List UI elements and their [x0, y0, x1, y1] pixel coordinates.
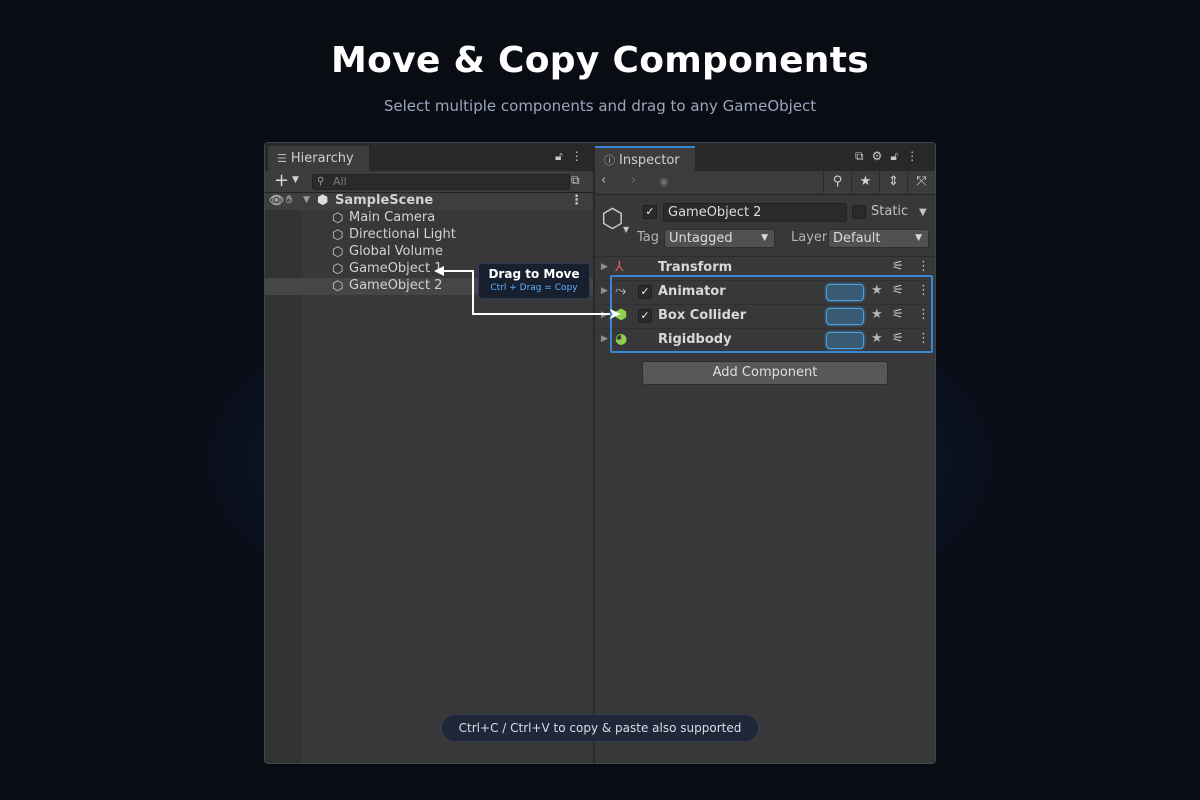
layer-dropdown[interactable]: Default ▼ — [828, 229, 929, 248]
preset-sliders-icon[interactable]: ⚟ — [892, 259, 904, 274]
list-icon: ☰ — [277, 152, 287, 165]
layer-label: Layer — [791, 230, 828, 245]
chevron-down-icon: ▼ — [915, 233, 922, 243]
tag-label: Tag — [637, 230, 660, 245]
lock-icon[interactable]: 🔓︎ — [890, 149, 898, 163]
gameobject-cube-icon: ⬡ — [332, 279, 344, 294]
static-label: Static — [871, 204, 909, 219]
drag-tooltip-subtitle: Ctrl + Drag = Copy — [490, 283, 578, 293]
static-checkbox[interactable]: ✓ — [852, 205, 866, 219]
search-placeholder: All — [333, 175, 347, 188]
inspector-panel: ⓘ Inspector ⧉ ⚙ 🔓︎ ⋮ ‹ › ◉ ⚲ ★ ⇕ ⤧ ⬡ ▼ ✓ GameOb… — [595, 143, 935, 763]
hierarchy-item-global-volume[interactable]: ⬡ Global Volume — [265, 244, 593, 261]
unity-editor-window: ☰ Hierarchy 🔓︎ ⋮ + ▼ ⚲ All ⧉ 👁︎ ✋︎ ▼ ⬢ Sam… — [264, 142, 936, 764]
hierarchy-toolbar: + ▼ ⚲ All ⧉ — [265, 170, 593, 193]
tab-hierarchy-label: Hierarchy — [290, 151, 354, 166]
chevron-down-icon[interactable]: ▼ — [292, 175, 299, 185]
history-icon[interactable]: ◉ — [659, 175, 669, 188]
expand-triangle-icon[interactable]: ▶ — [601, 262, 608, 272]
lock-icon[interactable]: 🔓︎ — [555, 149, 563, 163]
collapse-all-icon[interactable]: ⤧ — [907, 171, 935, 194]
search-icon: ⚲ — [317, 176, 325, 187]
pick-hand-icon[interactable]: ✋︎ — [286, 193, 292, 207]
hierarchy-search-input[interactable]: ⚲ All — [312, 174, 570, 190]
gameobject-active-checkbox[interactable]: ✓ — [643, 205, 657, 219]
page-subtitle: Select multiple components and drag to a… — [383, 97, 817, 115]
forward-arrow-icon[interactable]: › — [631, 173, 636, 188]
shortcut-hint-pill: Ctrl+C / Ctrl+V to copy & paste also sup… — [441, 714, 759, 742]
create-plus-icon[interactable]: + — [274, 170, 289, 191]
hierarchy-item-label: Main Camera — [349, 210, 436, 225]
inspector-nav-actions: ⚲ ★ ⇕ ⤧ — [823, 171, 935, 195]
gear-icon[interactable]: ⚙ — [872, 149, 883, 163]
expand-triangle-icon[interactable]: ▶ — [601, 310, 608, 320]
chevron-down-icon[interactable]: ▼ — [623, 225, 629, 234]
search-icon[interactable]: ⚲ — [823, 171, 851, 194]
hierarchy-item-directional-light[interactable]: ⬡ Directional Light — [265, 227, 593, 244]
gameobject-cube-icon: ⬡ — [332, 245, 344, 260]
expand-triangle-icon[interactable]: ▼ — [303, 195, 310, 205]
component-name: Transform — [658, 260, 733, 275]
eye-icon[interactable]: 👁︎ — [269, 193, 284, 207]
kebab-menu-icon[interactable]: ⋮ — [906, 149, 918, 163]
hierarchy-tabbar: ☰ Hierarchy 🔓︎ ⋮ — [265, 143, 593, 171]
add-component-button[interactable]: Add Component — [642, 361, 888, 385]
favorite-star-icon[interactable]: ★ — [851, 171, 879, 194]
drag-tooltip: Drag to Move Ctrl + Drag = Copy — [478, 263, 590, 299]
page-title: Move & Copy Components — [331, 40, 869, 81]
inspector-tab-actions: ⧉ ⚙ 🔓︎ ⋮ — [847, 149, 918, 164]
transform-icon: ⅄ — [615, 259, 624, 275]
expand-triangle-icon[interactable]: ▶ — [601, 334, 608, 344]
expand-all-icon[interactable]: ⇕ — [879, 171, 907, 194]
unity-scene-icon: ⬢ — [317, 193, 329, 208]
inspector-nav-bar: ‹ › ◉ ⚲ ★ ⇕ ⤧ — [595, 171, 935, 195]
gameobject-name-field[interactable]: GameObject 2 — [663, 203, 847, 222]
hierarchy-item-label: Global Volume — [349, 244, 443, 259]
hierarchy-item-main-camera[interactable]: ⬡ Main Camera — [265, 210, 593, 227]
hierarchy-panel: ☰ Hierarchy 🔓︎ ⋮ + ▼ ⚲ All ⧉ 👁︎ ✋︎ ▼ ⬢ Sam… — [265, 143, 593, 763]
drag-tooltip-title: Drag to Move — [488, 267, 580, 281]
search-by-type-icon[interactable]: ⧉ — [571, 173, 580, 188]
multi-selection-outline — [610, 275, 933, 353]
static-dropdown-icon[interactable]: ▼ — [919, 207, 927, 218]
open-window-icon[interactable]: ⧉ — [855, 149, 864, 163]
kebab-menu-icon[interactable]: ⋮ — [571, 149, 583, 163]
hierarchy-item-label: Directional Light — [349, 227, 456, 242]
hierarchy-tab-actions: 🔓︎ ⋮ — [547, 149, 583, 164]
scene-kebab-icon[interactable]: ⋮ — [570, 193, 583, 208]
tab-inspector[interactable]: ⓘ Inspector — [595, 146, 695, 171]
hierarchy-item-label: GameObject 2 — [349, 278, 443, 293]
back-arrow-icon[interactable]: ‹ — [601, 173, 606, 188]
gameobject-cube-icon: ⬡ — [332, 228, 344, 243]
tab-inspector-label: Inspector — [619, 153, 680, 168]
layer-value: Default — [833, 231, 881, 246]
expand-triangle-icon[interactable]: ▶ — [601, 286, 608, 296]
inspector-tabbar: ⓘ Inspector ⧉ ⚙ 🔓︎ ⋮ — [595, 143, 935, 171]
mouse-cursor-icon: ➤ — [608, 304, 622, 323]
gameobject-cube-icon: ⬡ — [332, 262, 344, 277]
kebab-menu-icon[interactable]: ⋮ — [917, 259, 930, 274]
info-icon: ⓘ — [604, 154, 615, 167]
hierarchy-scene-row[interactable]: 👁︎ ✋︎ ▼ ⬢ SampleScene ⋮ — [265, 193, 593, 210]
gameobject-cube-icon: ⬡ — [332, 211, 344, 226]
tag-dropdown[interactable]: Untagged ▼ — [664, 229, 775, 248]
hierarchy-item-label: GameObject 1 — [349, 261, 443, 276]
chevron-down-icon: ▼ — [761, 233, 768, 243]
tag-value: Untagged — [669, 231, 733, 246]
gameobject-cube-icon[interactable]: ⬡ — [601, 204, 624, 234]
tab-hierarchy[interactable]: ☰ Hierarchy — [268, 146, 369, 171]
scene-name: SampleScene — [335, 193, 434, 208]
